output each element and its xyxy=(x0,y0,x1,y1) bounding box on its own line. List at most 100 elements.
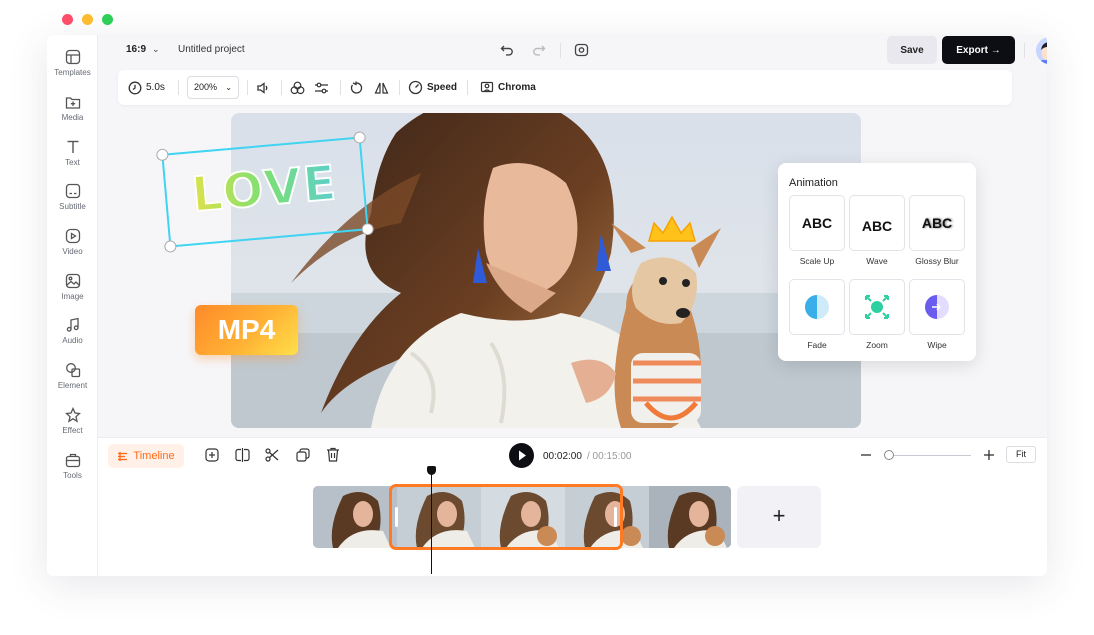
chroma-button[interactable]: Chroma xyxy=(480,70,536,105)
rotate-button[interactable] xyxy=(349,70,363,105)
playhead-handle[interactable] xyxy=(427,466,436,475)
animation-glossy-blur[interactable]: ABC xyxy=(909,195,965,251)
redo-icon[interactable] xyxy=(532,43,546,57)
sidebar-item-label: Image xyxy=(61,292,84,301)
project-title[interactable]: Untitled project xyxy=(178,44,245,55)
glossy-blur-preview: ABC xyxy=(921,215,953,231)
video-icon xyxy=(65,228,80,244)
divider xyxy=(281,80,282,95)
play-button[interactable] xyxy=(509,443,534,468)
play-icon xyxy=(519,450,526,461)
sidebar-item-video[interactable]: Video xyxy=(47,228,98,256)
sidebar-item-label: Text xyxy=(65,158,80,167)
close-dot[interactable] xyxy=(62,14,73,25)
export-button[interactable]: Export → xyxy=(942,36,1015,64)
adjust-sliders-icon xyxy=(315,82,328,93)
speedometer-icon xyxy=(408,80,423,95)
sidebar-item-effect[interactable]: Effect xyxy=(47,407,98,435)
zoom-out-icon[interactable] xyxy=(861,450,871,460)
scale-up-preview: ABC xyxy=(801,215,833,231)
filter-button[interactable] xyxy=(290,70,305,105)
playhead[interactable] xyxy=(431,468,432,574)
trim-handle-left[interactable] xyxy=(395,507,398,527)
text-overlay-love[interactable]: LOVE xyxy=(155,131,375,253)
sidebar-item-text[interactable]: Text xyxy=(47,139,98,167)
flip-icon xyxy=(374,82,389,94)
timeline-toggle-button[interactable]: Timeline xyxy=(108,444,184,468)
selected-clip[interactable] xyxy=(389,484,623,550)
divider xyxy=(399,80,400,95)
avatar-illustration xyxy=(1040,42,1047,64)
scissors-icon[interactable] xyxy=(265,448,279,462)
animation-panel-title: Animation xyxy=(789,177,838,189)
trash-icon[interactable] xyxy=(326,447,340,462)
sidebar-item-media[interactable]: Media xyxy=(47,94,98,122)
timeline-label: Timeline xyxy=(133,450,175,462)
sidebar-item-templates[interactable]: Templates xyxy=(47,49,98,77)
wipe-icon xyxy=(925,295,949,319)
flip-button[interactable] xyxy=(374,70,389,105)
sidebar-item-label: Audio xyxy=(62,336,83,345)
animation-wipe[interactable] xyxy=(909,279,965,335)
speed-button[interactable]: Speed xyxy=(408,70,457,105)
subtitle-icon xyxy=(65,183,80,199)
resize-handle[interactable] xyxy=(163,239,177,253)
aspect-ratio-value: 16:9 xyxy=(126,44,147,55)
sidebar-item-element[interactable]: Element xyxy=(47,362,98,390)
wave-preview: ABC xyxy=(861,218,893,234)
split-icon[interactable] xyxy=(235,448,250,462)
add-media-icon[interactable] xyxy=(205,448,219,462)
sidebar-item-label: Effect xyxy=(62,426,83,435)
resize-handle[interactable] xyxy=(155,148,169,162)
zoom-value: 200% xyxy=(194,82,218,92)
zoom-select[interactable]: 200% ⌄ xyxy=(187,76,239,99)
preview-icon[interactable] xyxy=(574,43,589,57)
save-button[interactable]: Save xyxy=(887,36,937,64)
animation-label: Wave xyxy=(866,256,888,266)
minimize-dot[interactable] xyxy=(82,14,93,25)
timeline-zoom-knob[interactable] xyxy=(884,450,894,460)
animation-panel: Animation ABC Scale Up ABC Wave ABC Glos… xyxy=(778,163,976,361)
animation-scale-up[interactable]: ABC xyxy=(789,195,845,251)
animation-zoom[interactable] xyxy=(849,279,905,335)
fit-button[interactable]: Fit xyxy=(1006,446,1036,463)
sidebar: Templates Media Text Subtitle Video Imag… xyxy=(47,35,98,576)
adjust-button[interactable] xyxy=(314,70,329,105)
animation-wave[interactable]: ABC xyxy=(849,195,905,251)
love-text: LOVE xyxy=(165,153,365,226)
timeline-icon xyxy=(118,451,128,461)
timeline-zoom-track[interactable] xyxy=(886,455,971,456)
add-clip-button[interactable]: + xyxy=(737,486,821,548)
avatar[interactable] xyxy=(1036,37,1047,64)
trim-handle-right[interactable] xyxy=(614,507,617,527)
current-time: 00:02:00 xyxy=(543,451,582,462)
divider xyxy=(560,43,561,58)
duplicate-icon[interactable] xyxy=(296,448,310,462)
sidebar-item-audio[interactable]: Audio xyxy=(47,317,98,345)
animation-fade[interactable] xyxy=(789,279,845,335)
image-icon xyxy=(65,273,80,289)
divider xyxy=(247,80,248,95)
format-badge: MP4 xyxy=(195,305,298,355)
aspect-ratio-select[interactable]: 16:9 ⌄ xyxy=(126,44,160,55)
chevron-down-icon: ⌄ xyxy=(152,44,160,54)
element-icon xyxy=(65,363,80,378)
sidebar-item-tools[interactable]: Tools xyxy=(47,452,98,480)
effect-icon xyxy=(64,407,81,423)
speed-label: Speed xyxy=(427,82,458,93)
total-time: / 00:15:00 xyxy=(587,451,632,462)
divider xyxy=(467,80,468,95)
sidebar-item-image[interactable]: Image xyxy=(47,273,98,301)
sidebar-item-label: Tools xyxy=(63,471,82,480)
duration-control[interactable]: 5.0s xyxy=(128,70,165,105)
animation-label: Fade xyxy=(807,340,827,350)
zoom-in-icon[interactable] xyxy=(984,450,994,460)
undo-icon[interactable] xyxy=(500,43,514,57)
volume-button[interactable] xyxy=(256,70,270,105)
filter-icon xyxy=(290,81,305,94)
animation-label: Scale Up xyxy=(799,256,835,266)
sidebar-item-subtitle[interactable]: Subtitle xyxy=(47,183,98,211)
text-icon xyxy=(67,140,78,153)
chroma-key-icon xyxy=(480,81,494,92)
maximize-dot[interactable] xyxy=(102,14,113,25)
